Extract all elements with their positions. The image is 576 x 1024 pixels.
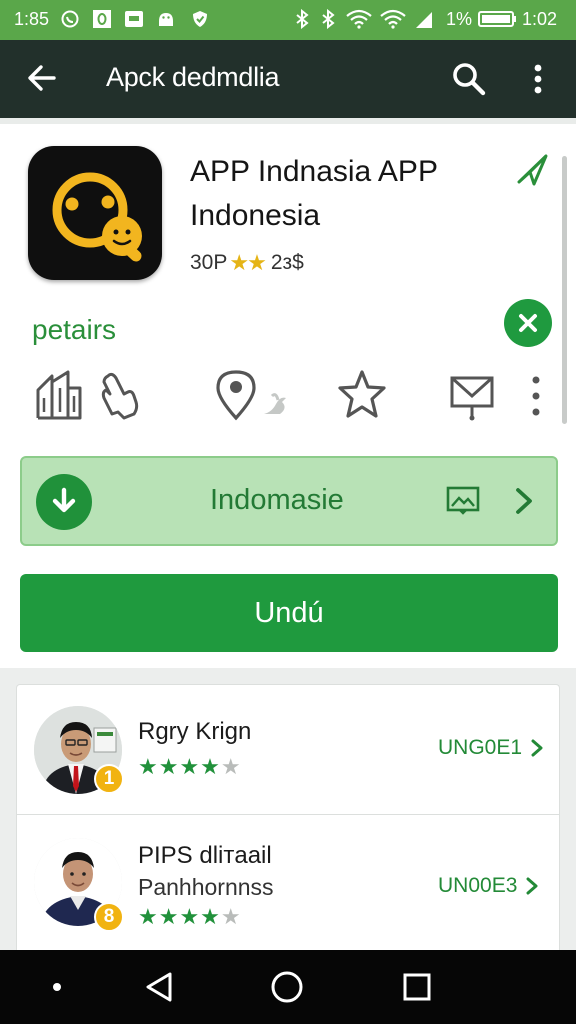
rating-prefix: 30P [190, 251, 228, 274]
o-square-icon [92, 8, 112, 30]
back-triangle-icon[interactable] [142, 970, 176, 1004]
status-bar: 1:85 1% 1:02 [0, 0, 576, 40]
send-icon[interactable] [514, 152, 550, 188]
navigation-bar [0, 950, 576, 1024]
rating-line: 30P ★★ 2з$ [190, 250, 304, 276]
status-time-right: 1:02 [522, 9, 558, 29]
reviewer-rating: ★★★★★ [138, 754, 242, 780]
reviewer-subtitle: Panhhornnss [138, 874, 274, 900]
action-icon-row [0, 368, 576, 430]
rank-badge: 1 [94, 764, 124, 794]
reviewer-rating: ★★★★★ [138, 904, 242, 930]
recents-square-icon[interactable] [402, 970, 432, 1004]
shield-icon [190, 8, 210, 30]
review-link[interactable]: UN00E3 [438, 874, 539, 898]
cell-signal-icon [414, 8, 434, 30]
image-icon [446, 485, 480, 515]
chevron-right-icon [531, 739, 543, 757]
chevron-right-icon [526, 877, 538, 895]
reviewer-name: Rgry Krign [138, 718, 252, 745]
app-bar: Apck dedmdlia [0, 40, 576, 118]
review-divider [17, 814, 559, 815]
wifi-icon [346, 8, 372, 30]
battery-icon [478, 8, 518, 30]
dot-icon [50, 970, 64, 1004]
battery-percent: 1% [446, 9, 473, 29]
wifi-icon [380, 8, 406, 30]
rank-badge: 8 [94, 902, 124, 932]
app-icon[interactable] [28, 146, 162, 280]
scrollbar[interactable] [562, 156, 567, 424]
more-vertical-icon[interactable] [510, 368, 562, 422]
star-outline-icon[interactable] [336, 368, 388, 422]
review-link[interactable]: UNG0E1 [438, 736, 544, 760]
close-icon [519, 314, 537, 332]
hand-pointer-icon[interactable] [96, 368, 148, 422]
message-square-icon [124, 8, 144, 30]
building-icon[interactable] [34, 368, 86, 422]
bird-icon [258, 386, 294, 422]
chevron-right-icon[interactable] [512, 484, 536, 518]
search-icon[interactable] [450, 60, 488, 98]
review-link-label: UNG0E1 [438, 736, 523, 759]
rating-stars-filled: ★★★★ [138, 754, 221, 779]
bluetooth-icon [292, 8, 312, 30]
install-banner[interactable]: Indomasie [20, 456, 558, 546]
rating-stars-filled: ★★★★ [138, 904, 221, 929]
reviewer-name: PIPS dliтaail [138, 842, 272, 869]
app-bar-title: Apck dedmdlia [106, 62, 280, 92]
bluetooth-icon [318, 8, 338, 30]
overflow-menu-icon[interactable] [520, 60, 556, 98]
app-category[interactable]: petairs [32, 314, 116, 346]
rating-stars-empty: ★ [220, 904, 242, 929]
rating-stars: ★★ [229, 250, 266, 275]
back-arrow-icon[interactable] [24, 60, 60, 96]
home-circle-icon[interactable] [270, 970, 304, 1004]
whatsapp-icon [60, 8, 80, 30]
install-banner-label: Indomasie [210, 484, 344, 516]
app-name: APP Indnasia APP Indonesia [190, 155, 438, 232]
download-button[interactable]: Undú [20, 574, 558, 652]
inbox-icon[interactable] [446, 368, 498, 422]
rating-suffix: 2з$ [270, 251, 304, 274]
download-icon[interactable] [36, 474, 92, 530]
status-time-left: 1:85 [14, 9, 50, 29]
android-icon [156, 8, 176, 30]
location-pin-icon[interactable] [210, 368, 262, 422]
header-divider [0, 118, 576, 124]
close-button[interactable] [504, 299, 552, 347]
review-link-label: UN00E3 [438, 874, 518, 897]
rating-stars-empty: ★ [220, 754, 242, 779]
